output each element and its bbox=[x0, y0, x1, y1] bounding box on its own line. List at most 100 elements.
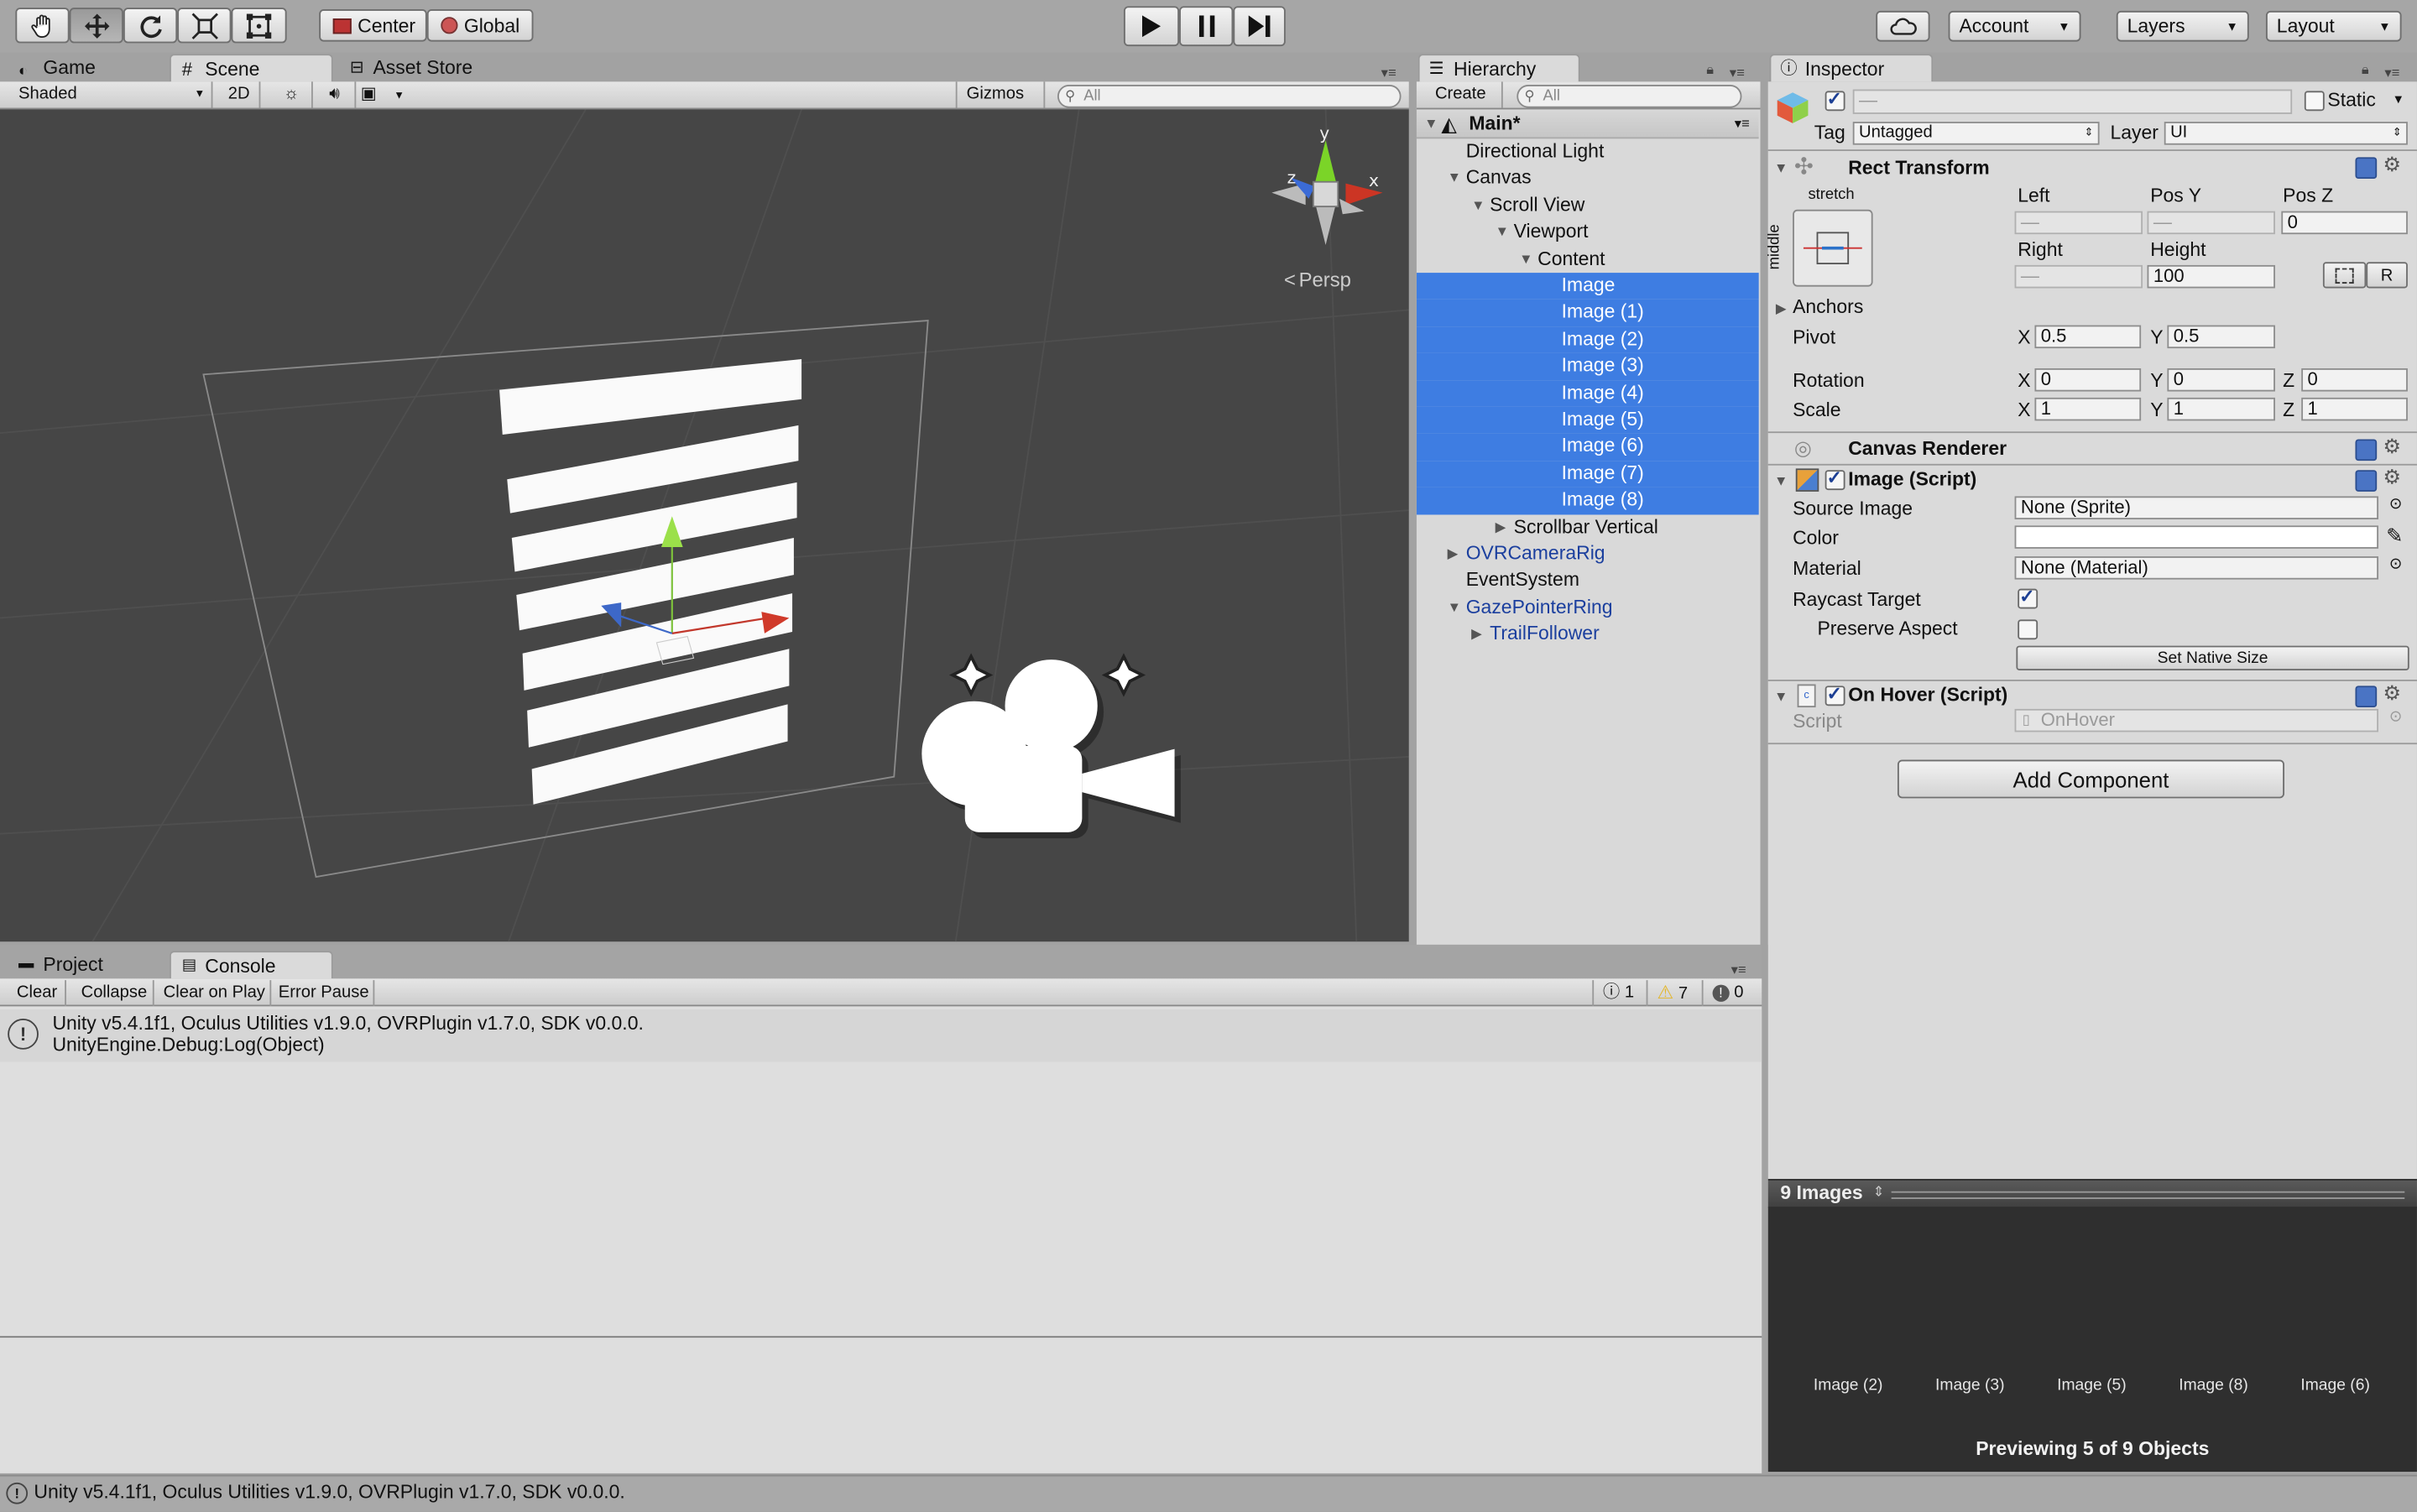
source-image-field[interactable]: None (Sprite) bbox=[2014, 496, 2379, 519]
collapse-arrow-icon[interactable]: ▶ bbox=[1496, 514, 1506, 541]
pivot-x-field[interactable]: 0.5 bbox=[2034, 325, 2142, 349]
audio-toggle[interactable]: 🔊︎ bbox=[315, 81, 357, 108]
panel-menu-icon[interactable]: ▾≡ bbox=[2384, 65, 2399, 81]
tab-hierarchy[interactable]: ☰ Hierarchy bbox=[1417, 54, 1580, 82]
lock-icon[interactable]: 🔒︎ bbox=[2362, 61, 2369, 78]
clear-on-play-toggle[interactable]: Clear on Play bbox=[159, 980, 272, 1007]
pivot-y-field[interactable]: 0.5 bbox=[2167, 325, 2275, 349]
collapse-arrow-icon[interactable]: ▶ bbox=[1471, 622, 1482, 649]
expand-arrow-icon[interactable]: ▼ bbox=[1519, 246, 1532, 273]
collapse-arrow-icon[interactable]: ▶ bbox=[1776, 300, 1787, 317]
hierarchy-item[interactable]: Image (2) bbox=[1416, 326, 1759, 353]
scale-x-field[interactable]: 1 bbox=[2034, 397, 2142, 421]
right-field[interactable]: — bbox=[2014, 264, 2143, 289]
color-swatch[interactable] bbox=[2014, 525, 2379, 549]
hierarchy-item[interactable]: Directional Light bbox=[1417, 138, 1759, 165]
rotation-y-field[interactable]: 0 bbox=[2167, 368, 2275, 392]
panel-menu-icon[interactable]: ▾≡ bbox=[1730, 65, 1745, 81]
expand-arrow-icon[interactable]: ▼ bbox=[1496, 219, 1509, 246]
active-checkbox[interactable] bbox=[1824, 88, 1845, 112]
tab-game[interactable]: ◐ Game bbox=[9, 54, 160, 81]
account-dropdown[interactable]: Account ▼ bbox=[1948, 10, 2081, 42]
tag-dropdown[interactable]: Untagged ⇕ bbox=[1852, 122, 2100, 145]
preview-dropdown-icon[interactable]: ⇕ bbox=[1873, 1184, 1885, 1201]
hierarchy-item[interactable]: Image (7) bbox=[1416, 460, 1759, 487]
rotate-tool-button[interactable] bbox=[123, 8, 178, 44]
tab-inspector[interactable]: ⓘ Inspector bbox=[1769, 54, 1934, 82]
height-field[interactable]: 100 bbox=[2147, 264, 2275, 289]
hierarchy-search-input[interactable]: ⚲ All bbox=[1516, 85, 1742, 108]
hierarchy-item[interactable]: Image (3) bbox=[1416, 352, 1759, 380]
expand-arrow-icon[interactable]: ▼ bbox=[1448, 165, 1461, 192]
effects-dropdown[interactable]: ▣ ▼ bbox=[361, 81, 416, 107]
console-log-entry[interactable]: ! Unity v5.4.1f1, Oculus Utilities v1.9.… bbox=[0, 1009, 1762, 1062]
status-bar[interactable]: ! Unity v5.4.1f1, Oculus Utilities v1.9.… bbox=[0, 1474, 2417, 1512]
step-button[interactable] bbox=[1233, 6, 1286, 47]
layout-dropdown[interactable]: Layout ▼ bbox=[2265, 10, 2402, 42]
gear-icon[interactable]: ⚙ bbox=[2383, 466, 2401, 490]
error-pause-toggle[interactable]: Error Pause bbox=[274, 980, 375, 1007]
pivot-space-toggle[interactable]: Global bbox=[426, 9, 534, 42]
expand-arrow-icon[interactable]: ▼ bbox=[1774, 473, 1788, 488]
tab-scene[interactable]: # Scene bbox=[170, 54, 333, 82]
collapse-arrow-icon[interactable]: ▶ bbox=[1448, 541, 1459, 568]
rotation-x-field[interactable]: 0 bbox=[2034, 368, 2142, 392]
create-dropdown[interactable]: Create ▼ bbox=[1423, 81, 1503, 128]
anchors-label[interactable]: Anchors bbox=[1793, 296, 1863, 318]
expand-arrow-icon[interactable]: ▼ bbox=[1774, 689, 1788, 704]
hierarchy-item[interactable]: Image (4) bbox=[1416, 379, 1759, 407]
gear-icon[interactable]: ⚙ bbox=[2383, 153, 2401, 177]
add-component-button[interactable]: Add Component bbox=[1897, 759, 2284, 799]
hierarchy-item[interactable]: ▶ Scrollbar Vertical bbox=[1417, 514, 1759, 541]
rotation-z-field[interactable]: 0 bbox=[2301, 368, 2408, 392]
preserve-aspect-checkbox[interactable] bbox=[2018, 619, 2039, 640]
warning-filter-toggle[interactable]: ⚠ 7 bbox=[1646, 980, 1698, 1007]
hierarchy-item[interactable]: Image (1) bbox=[1416, 300, 1759, 326]
lighting-toggle[interactable]: ☼ bbox=[271, 81, 313, 108]
scale-z-field[interactable]: 1 bbox=[2301, 397, 2408, 421]
gear-icon[interactable]: ⚙ bbox=[2383, 681, 2401, 706]
object-name-field[interactable]: — bbox=[1852, 89, 2293, 114]
material-field[interactable]: None (Material) bbox=[2014, 556, 2379, 580]
scale-tool-button[interactable] bbox=[177, 8, 232, 44]
posy-field[interactable]: — bbox=[2147, 211, 2275, 235]
shading-mode-dropdown[interactable]: Shaded ▼ bbox=[0, 81, 213, 108]
scene-menu-icon[interactable]: ▾≡ bbox=[1735, 111, 1750, 138]
scale-y-field[interactable]: 1 bbox=[2167, 397, 2275, 421]
hand-tool-button[interactable] bbox=[15, 8, 70, 44]
hierarchy-item[interactable]: ▼ GazePointerRing bbox=[1417, 595, 1759, 622]
expand-arrow-icon[interactable]: ▼ bbox=[1471, 192, 1485, 219]
cloud-button[interactable] bbox=[1876, 10, 1930, 42]
dropdown-arrow-icon[interactable]: ▼ bbox=[2393, 92, 2405, 107]
tab-console[interactable]: ▤ Console bbox=[170, 951, 333, 979]
rect-tool-button[interactable] bbox=[231, 8, 287, 44]
pause-button[interactable] bbox=[1179, 6, 1234, 47]
help-book-icon[interactable] bbox=[2355, 470, 2378, 492]
gear-icon[interactable]: ⚙ bbox=[2383, 435, 2401, 459]
hierarchy-item[interactable]: Image (8) bbox=[1416, 487, 1759, 514]
error-filter-toggle[interactable]: ! 0 bbox=[1701, 980, 1753, 1007]
panel-menu-icon[interactable]: ▾≡ bbox=[1731, 962, 1746, 978]
on-hover-enabled-checkbox[interactable] bbox=[1824, 683, 1845, 706]
play-button[interactable] bbox=[1123, 6, 1180, 47]
set-native-size-button[interactable]: Set Native Size bbox=[2016, 645, 2409, 670]
raw-edit-button[interactable]: R bbox=[2366, 262, 2408, 289]
hierarchy-item[interactable]: ▶ TrailFollower bbox=[1417, 622, 1759, 649]
scene-viewport[interactable]: y x z < Persp bbox=[0, 109, 1411, 942]
orientation-gizmo[interactable]: y x z bbox=[1256, 125, 1395, 263]
preview-header[interactable]: 9 Images ⇕ bbox=[1767, 1179, 2417, 1208]
object-picker-icon[interactable]: ⊙ bbox=[2389, 496, 2402, 513]
info-filter-toggle[interactable]: ⓘ 1 bbox=[1592, 980, 1643, 1007]
lock-icon[interactable]: 🔒︎ bbox=[1706, 61, 1714, 78]
hierarchy-item[interactable]: ▼ Canvas bbox=[1417, 165, 1759, 192]
expand-arrow-icon[interactable]: ▼ bbox=[1424, 111, 1438, 138]
hierarchy-item[interactable]: ▼ Content bbox=[1417, 246, 1759, 273]
persp-label[interactable]: < Persp bbox=[1284, 269, 1351, 292]
hierarchy-item[interactable]: ▶ OVRCameraRig bbox=[1417, 541, 1759, 568]
anchor-presets-button[interactable] bbox=[1793, 209, 1873, 287]
posz-field[interactable]: 0 bbox=[2281, 211, 2408, 235]
clear-button[interactable]: Clear bbox=[9, 980, 66, 1007]
tab-project[interactable]: ▬ Project bbox=[9, 951, 160, 978]
expand-arrow-icon[interactable]: ▼ bbox=[1774, 160, 1788, 175]
object-picker-icon[interactable]: ⊙ bbox=[2389, 556, 2402, 573]
